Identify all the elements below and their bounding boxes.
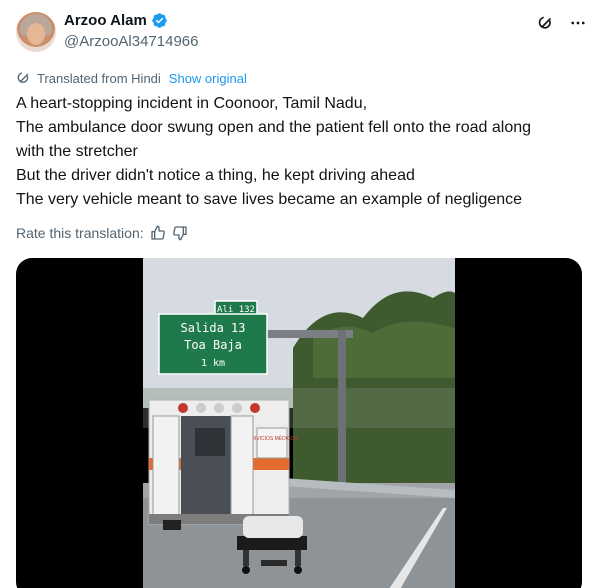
tweet-line: The very vehicle meant to save lives bec… [16,191,523,208]
tweet-line: But the driver didn't notice a thing, he… [16,167,415,184]
sign-line-3: 1 km [201,358,225,369]
tweet-line: A heart-stopping incident in Coonoor, Ta… [16,95,368,112]
author-name-row: Arzoo Alam [64,12,168,29]
sign-line-2: Toa Baja [184,338,242,352]
media-video[interactable]: Ali 132 Salida 13 Toa Baja 1 km SERVICIO… [16,258,582,588]
more-icon[interactable] [569,14,587,32]
video-frame: Ali 132 Salida 13 Toa Baja 1 km SERVICIO… [143,258,455,588]
thumbs-up-icon[interactable] [150,225,166,241]
rate-translation-row: Rate this translation: [16,225,188,241]
translated-from-label: Translated from Hindi [37,70,161,86]
tweet-text: A heart-stopping incident in Coonoor, Ta… [16,92,591,212]
translate-icon [17,72,29,83]
translation-notice: Translated from Hindi Show original [16,70,247,86]
verified-badge-icon [152,13,167,28]
thumbs-down-icon[interactable] [172,225,188,241]
video-still-image: Ali 132 Salida 13 Toa Baja 1 km SERVICIO… [143,258,455,588]
tweet-line: The ambulance door swung open and the pa… [16,119,532,136]
tweet-line: with the stretcher [16,143,138,160]
grok-icon[interactable] [537,14,555,32]
show-original-link[interactable]: Show original [169,71,247,86]
sign-line-1: Salida 13 [180,321,245,335]
avatar-face [27,23,45,45]
ambulance-label: SERVICIOS MÉDICOS [246,435,299,442]
tweet-top-actions [537,14,587,32]
rate-translation-label: Rate this translation: [16,225,144,241]
author-handle[interactable]: @ArzooAl34714966 [64,33,199,50]
avatar[interactable] [16,12,56,52]
author-display-name[interactable]: Arzoo Alam [64,12,147,29]
